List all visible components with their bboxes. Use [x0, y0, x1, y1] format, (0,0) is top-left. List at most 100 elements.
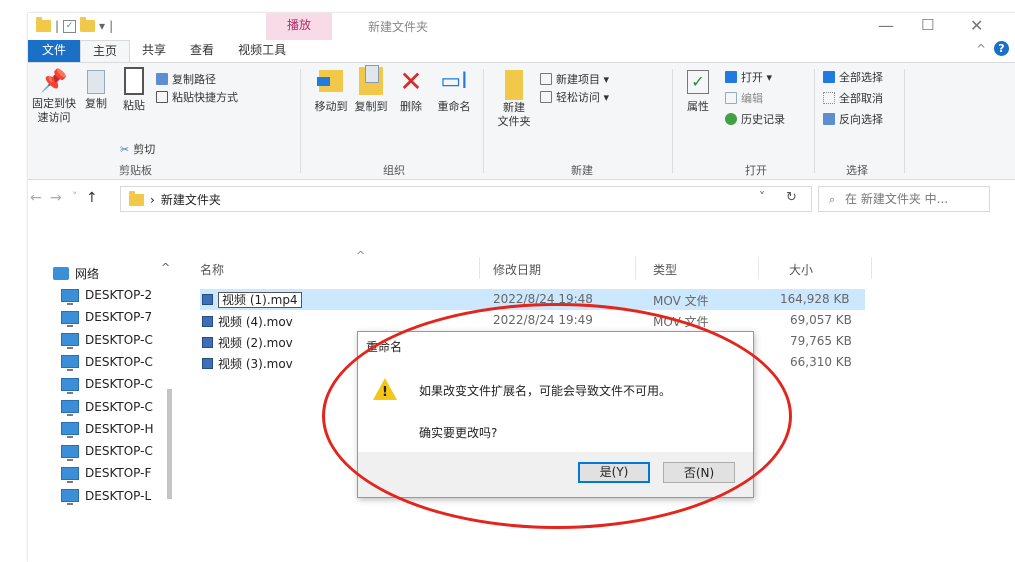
tab-home[interactable]: 主页 — [80, 40, 131, 63]
separator — [904, 69, 905, 173]
nav-item-label: DESKTOP-2 — [85, 288, 153, 302]
cut-button[interactable]: ✂ 剪切 — [120, 141, 155, 157]
help-icon[interactable]: ? — [994, 41, 1009, 56]
separator — [814, 69, 815, 173]
edit-label: 编辑 — [741, 92, 763, 105]
context-tab-play[interactable]: 播放 — [266, 13, 332, 40]
file-size-cell: 79,765 KB — [790, 334, 852, 348]
minimize-button[interactable]: — — [878, 16, 894, 35]
properties-check-icon[interactable]: ✓ — [63, 19, 77, 33]
recent-locations-button[interactable]: ˅ — [72, 190, 78, 203]
paste-label: 粘贴 — [123, 99, 145, 112]
maximize-button[interactable]: ☐ — [921, 16, 934, 34]
column-separator — [635, 257, 636, 279]
column-header-date[interactable]: 修改日期 — [493, 261, 541, 278]
delete-x-icon: ✕ — [399, 65, 423, 98]
nav-item-computer[interactable]: DESKTOP-C — [61, 440, 186, 462]
open-icon — [725, 71, 737, 83]
file-row[interactable]: 视频 (4).mov 2022/8/24 19:49 MOV 文件 69,057… — [200, 310, 865, 331]
new-item-button[interactable]: 新建项目 ▾ — [540, 71, 609, 87]
nav-item-computer[interactable]: DESKTOP-C — [61, 396, 186, 418]
search-box[interactable]: ⌕ 在 新建文件夹 中... — [818, 186, 990, 212]
nav-item-label: DESKTOP-F — [85, 466, 152, 481]
qat-dropdown[interactable]: ▾ — [99, 19, 105, 33]
nav-item-computer[interactable]: DESKTOP-F — [61, 462, 186, 484]
easy-access-icon — [540, 91, 552, 103]
up-button[interactable]: ↑ — [86, 190, 98, 206]
rename-edit-field[interactable]: 视频 (1).mp4 — [218, 292, 302, 308]
select-none-label: 全部取消 — [839, 92, 883, 105]
forward-button[interactable]: → — [50, 190, 62, 206]
pin-icon: 📌 — [40, 69, 68, 94]
copy-to-icon — [359, 65, 383, 95]
copy-path-button[interactable]: 复制路径 — [156, 71, 216, 87]
computer-icon — [61, 489, 79, 506]
back-button[interactable]: ← — [30, 190, 42, 206]
pin-quick-access-button[interactable]: 📌 固定到快 速访问 — [32, 67, 76, 125]
select-all-button[interactable]: 全部选择 — [823, 69, 883, 85]
new-item-icon — [540, 73, 552, 85]
copy-to-button[interactable]: 复制到 — [351, 65, 391, 114]
new-folder-icon[interactable] — [80, 17, 96, 32]
edit-button[interactable]: 编辑 — [725, 90, 763, 106]
computer-icon — [61, 288, 79, 305]
folder-icon — [129, 190, 144, 206]
tab-share[interactable]: 共享 — [130, 40, 178, 62]
new-item-label: 新建项目 ▾ — [556, 73, 610, 86]
paste-button[interactable]: 粘贴 — [118, 67, 150, 113]
nav-item-label: DESKTOP-L — [85, 488, 152, 503]
nav-item-computer[interactable]: DESKTOP-7 — [61, 306, 186, 328]
video-file-icon — [202, 294, 213, 305]
rename-button[interactable]: ▭I 重命名 — [432, 67, 476, 114]
computer-icon — [61, 444, 79, 461]
copy-button[interactable]: 复制 — [78, 67, 114, 111]
nav-scroll-up-icon[interactable]: ^ — [161, 261, 170, 274]
nav-item-computer[interactable]: DESKTOP-L — [61, 485, 186, 507]
tab-video-tools[interactable]: 视频工具 — [226, 40, 299, 64]
nav-item-computer[interactable]: DESKTOP-2 — [61, 284, 186, 306]
tab-view[interactable]: 查看 — [178, 40, 226, 62]
select-none-button[interactable]: 全部取消 — [823, 90, 883, 106]
nav-item-computer[interactable]: DESKTOP-C — [61, 373, 186, 395]
paste-shortcut-icon — [156, 91, 168, 103]
address-dropdown-button[interactable]: ˅ — [759, 190, 765, 204]
file-size-cell: 69,057 KB — [790, 313, 852, 327]
column-header-type[interactable]: 类型 — [653, 261, 677, 278]
invert-selection-button[interactable]: 反向选择 — [823, 111, 883, 127]
paste-shortcut-button[interactable]: 粘贴快捷方式 — [156, 89, 238, 105]
column-header-size[interactable]: 大小 — [789, 261, 813, 278]
search-icon: ⌕ — [829, 193, 836, 206]
refresh-button[interactable]: ↻ — [786, 190, 797, 205]
breadcrumb-chevron[interactable]: › — [150, 193, 155, 207]
copy-to-label: 复制到 — [354, 100, 388, 113]
breadcrumb-current-folder[interactable]: 新建文件夹 — [161, 191, 221, 208]
file-row[interactable]: 视频 (1).mp4 2022/8/24 19:48 MOV 文件 164,92… — [200, 289, 865, 310]
open-button[interactable]: 打开 ▾ — [725, 69, 772, 85]
new-folder-button[interactable]: 新建 文件夹 — [492, 67, 536, 129]
file-type-cell: MOV 文件 — [653, 315, 709, 329]
column-header-name[interactable]: 名称 — [200, 261, 224, 278]
nav-item-label: DESKTOP-C — [85, 377, 153, 392]
qat-separator: | — [55, 19, 60, 33]
nav-item-computer[interactable]: DESKTOP-C — [61, 329, 186, 351]
no-button[interactable]: 否(N) — [663, 462, 735, 483]
file-size-cell: 66,310 KB — [790, 355, 852, 369]
history-button[interactable]: 历史记录 — [725, 111, 785, 127]
delete-label: 删除 — [400, 100, 422, 113]
easy-access-button[interactable]: 轻松访问 ▾ — [540, 89, 609, 105]
address-bar[interactable]: › 新建文件夹 ˅ ↻ — [120, 186, 812, 212]
move-to-button[interactable]: 移动到 — [311, 67, 351, 114]
properties-button[interactable]: ✓ 属性 — [680, 67, 716, 114]
yes-button[interactable]: 是(Y) — [578, 462, 650, 483]
collapse-ribbon-icon[interactable]: ^ — [976, 42, 986, 56]
tab-file[interactable]: 文件 — [28, 40, 81, 62]
close-button[interactable]: ✕ — [970, 16, 983, 35]
copy-icon — [87, 70, 105, 94]
file-name: 视频 (4).mov — [218, 315, 293, 329]
nav-item-computer[interactable]: DESKTOP-C — [61, 351, 186, 373]
nav-item-network[interactable]: 网络 — [53, 262, 178, 284]
computer-icon — [61, 400, 79, 416]
select-all-icon — [823, 71, 835, 83]
nav-item-computer[interactable]: DESKTOP-H — [61, 418, 186, 440]
delete-button[interactable]: ✕ 删除 — [394, 67, 428, 114]
